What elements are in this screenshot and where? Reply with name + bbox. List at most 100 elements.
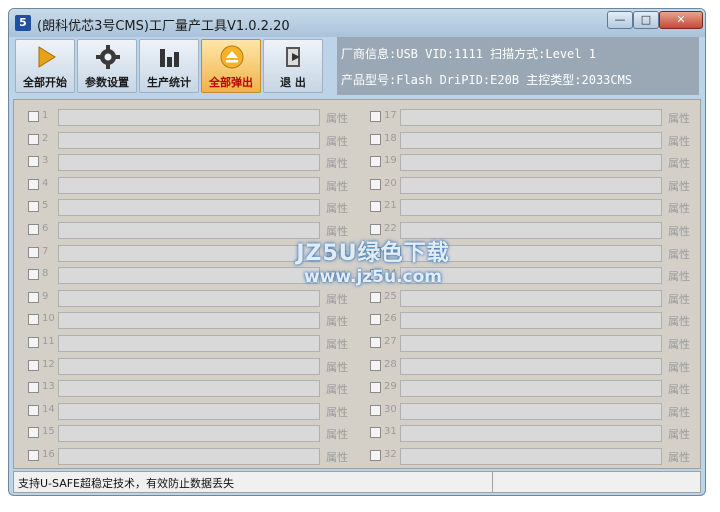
app-window: 5 (朗科优芯3号CMS)工厂量产工具V1.0.2.20 — □ ✕ 全部开始 …	[8, 8, 706, 496]
port-checkbox[interactable]	[370, 156, 381, 168]
close-button[interactable]: ✕	[659, 11, 703, 29]
port-checkbox[interactable]	[28, 178, 39, 190]
port-checkbox[interactable]	[28, 359, 39, 371]
port-attributes-button[interactable]: 属性	[668, 246, 690, 262]
settings-label: 参数设置	[85, 76, 129, 89]
port-checkbox[interactable]	[370, 337, 381, 348]
eject-all-button[interactable]: 全部弹出	[201, 39, 261, 93]
port-progress-bar	[400, 176, 662, 194]
port-progress-bar	[400, 109, 662, 126]
port-attributes-button[interactable]: 属性	[326, 449, 348, 465]
port-attributes-button[interactable]: 属性	[326, 291, 348, 307]
watermark-url: www.jz5u.com	[303, 267, 443, 287]
port-attributes-button[interactable]: 属性	[668, 133, 690, 149]
port-attributes-button[interactable]: 属性	[668, 155, 690, 171]
port-checkbox[interactable]	[28, 201, 39, 213]
port-checkbox[interactable]	[370, 224, 381, 235]
statistics-button[interactable]: 生产统计	[139, 39, 199, 93]
port-checkbox[interactable]	[28, 382, 39, 394]
port-attributes-button[interactable]: 属性	[326, 426, 348, 442]
port-checkbox[interactable]	[370, 178, 381, 190]
port-progress-bar	[400, 199, 662, 217]
start-all-button[interactable]: 全部开始	[15, 39, 75, 93]
port-progress-bar	[58, 357, 320, 375]
port-checkbox[interactable]	[370, 382, 381, 394]
port-checkbox[interactable]	[370, 133, 381, 145]
port-attributes-button[interactable]: 属性	[326, 155, 348, 171]
minimize-button[interactable]: —	[607, 11, 633, 29]
port-checkbox[interactable]	[370, 427, 381, 439]
port-progress-bar	[400, 380, 662, 398]
port-checkbox[interactable]	[28, 224, 39, 235]
port-attributes-button[interactable]: 属性	[326, 178, 348, 194]
port-progress-bar	[58, 425, 320, 443]
status-bar: 支持U-SAFE超稳定技术，有效防止数据丢失	[13, 471, 701, 493]
port-attributes-button[interactable]: 属性	[668, 449, 690, 465]
port-checkbox[interactable]	[370, 291, 381, 303]
port-checkbox[interactable]	[370, 450, 381, 461]
port-attributes-button[interactable]: 属性	[326, 313, 348, 329]
device-info-panel: 厂商信息:USB VID:1111 扫描方式:Level 1 产品型号:Flas…	[337, 37, 699, 95]
port-attributes-button[interactable]: 属性	[326, 381, 348, 397]
title-bar[interactable]: 5 (朗科优芯3号CMS)工厂量产工具V1.0.2.20 — □ ✕	[9, 9, 705, 37]
minimize-icon: —	[614, 13, 626, 26]
port-attributes-button[interactable]: 属性	[668, 200, 690, 216]
port-checkbox[interactable]	[28, 269, 39, 281]
port-progress-bar	[58, 222, 320, 239]
port-progress-bar	[400, 402, 662, 420]
port-attributes-button[interactable]: 属性	[668, 110, 690, 126]
port-attributes-button[interactable]: 属性	[668, 336, 690, 352]
port-checkbox[interactable]	[370, 314, 381, 326]
exit-label: 退 出	[280, 76, 306, 89]
device-info-line-1: 厂商信息:USB VID:1111 扫描方式:Level 1	[341, 47, 596, 61]
port-attributes-button[interactable]: 属性	[326, 404, 348, 420]
port-checkbox[interactable]	[28, 111, 39, 122]
port-progress-bar	[58, 267, 320, 285]
port-attributes-button[interactable]: 属性	[668, 404, 690, 420]
port-attributes-button[interactable]: 属性	[326, 336, 348, 352]
port-checkbox[interactable]	[370, 359, 381, 371]
port-attributes-button[interactable]: 属性	[668, 268, 690, 284]
gear-icon	[96, 45, 120, 69]
maximize-button[interactable]: □	[633, 11, 659, 29]
port-checkbox[interactable]	[28, 404, 39, 416]
port-attributes-button[interactable]: 属性	[668, 178, 690, 194]
port-checkbox[interactable]	[28, 291, 39, 303]
port-progress-bar	[58, 154, 320, 172]
device-info-line-2: 产品型号:Flash DriPID:E20B 主控类型:2033CMS	[341, 73, 633, 87]
port-attributes-button[interactable]: 属性	[668, 313, 690, 329]
port-checkbox[interactable]	[370, 404, 381, 416]
port-progress-bar	[58, 335, 320, 352]
port-checkbox[interactable]	[28, 450, 39, 461]
port-checkbox[interactable]	[28, 427, 39, 439]
maximize-icon: □	[640, 13, 652, 26]
play-icon	[38, 46, 56, 68]
port-attributes-button[interactable]: 属性	[326, 110, 348, 126]
port-attributes-button[interactable]: 属性	[668, 359, 690, 375]
port-attributes-button[interactable]: 属性	[326, 133, 348, 149]
port-progress-bar	[58, 289, 320, 307]
port-checkbox[interactable]	[28, 337, 39, 348]
port-checkbox[interactable]	[370, 111, 381, 122]
port-progress-bar	[58, 448, 320, 465]
port-checkbox[interactable]	[28, 246, 39, 258]
port-checkbox[interactable]	[370, 201, 381, 213]
port-checkbox[interactable]	[28, 156, 39, 168]
port-attributes-button[interactable]: 属性	[668, 291, 690, 307]
port-progress-bar	[58, 244, 320, 262]
port-attributes-button[interactable]: 属性	[668, 426, 690, 442]
eject-all-label: 全部弹出	[209, 76, 253, 89]
port-attributes-button[interactable]: 属性	[326, 359, 348, 375]
port-attributes-button[interactable]: 属性	[668, 381, 690, 397]
port-attributes-button[interactable]: 属性	[668, 223, 690, 239]
port-attributes-button[interactable]: 属性	[326, 200, 348, 216]
statistics-label: 生产统计	[147, 76, 191, 89]
port-progress-bar	[58, 312, 320, 330]
status-text: 支持U-SAFE超稳定技术，有效防止数据丢失	[18, 477, 235, 490]
port-checkbox[interactable]	[28, 133, 39, 145]
settings-button[interactable]: 参数设置	[77, 39, 137, 93]
port-progress-bar	[400, 131, 662, 149]
exit-button[interactable]: 退 出	[263, 39, 323, 93]
port-checkbox[interactable]	[28, 314, 39, 326]
port-progress-bar	[58, 109, 320, 126]
